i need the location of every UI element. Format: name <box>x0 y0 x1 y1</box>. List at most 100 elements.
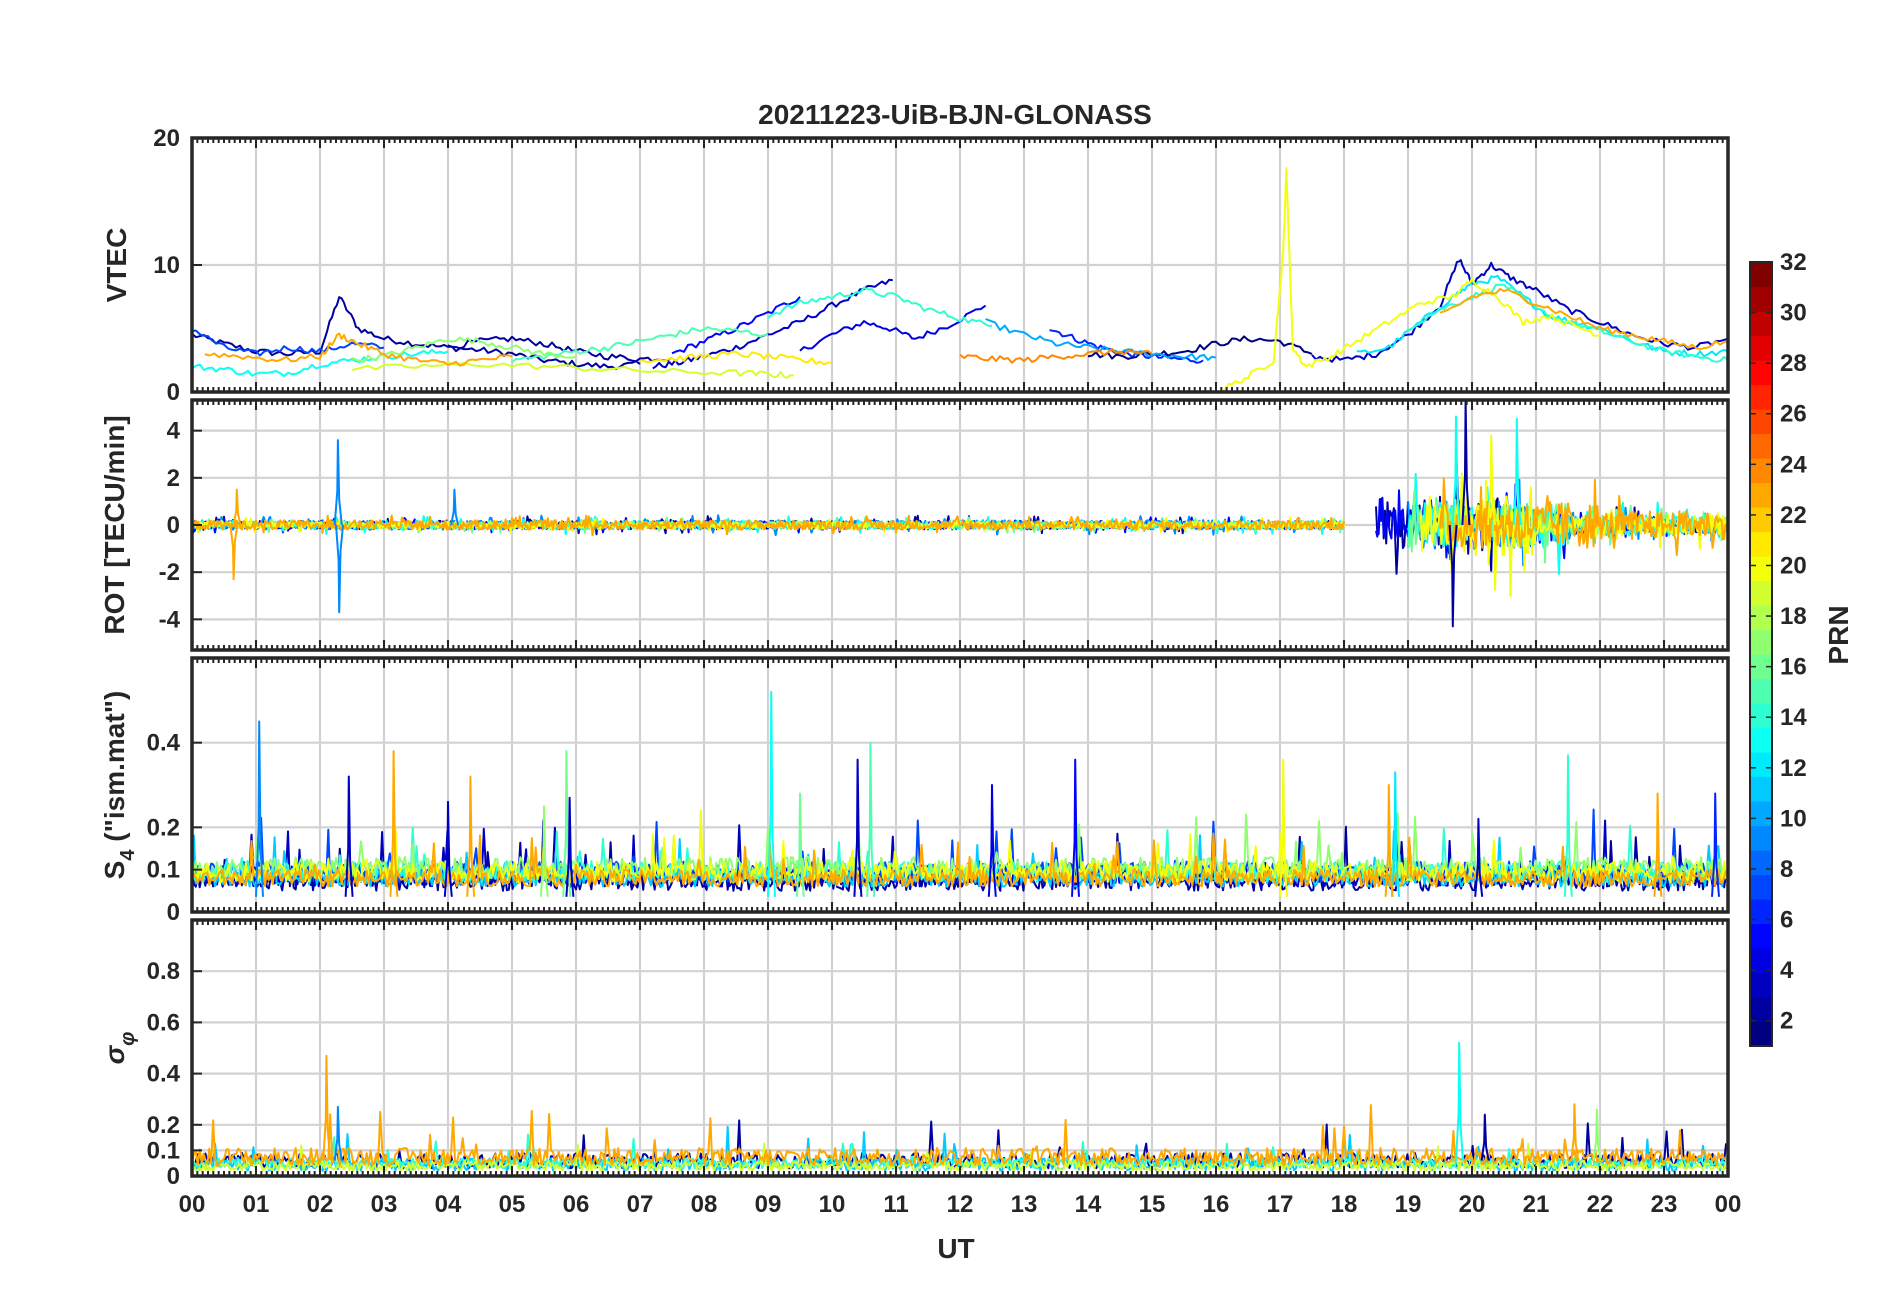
panel-3-y-label: S4 ("ism.mat") <box>99 691 139 880</box>
colorbar-tick-label: 14 <box>1780 704 1807 731</box>
y-tick-label: 0.8 <box>147 958 180 985</box>
colorbar-tick-label: 18 <box>1780 603 1807 630</box>
x-tick-label: 13 <box>1011 1191 1038 1218</box>
x-tick-label: 14 <box>1075 1191 1102 1218</box>
colorbar-tick-label: 22 <box>1780 502 1807 529</box>
x-tick-label: 16 <box>1203 1191 1230 1218</box>
colorbar-swatch <box>1750 531 1772 557</box>
x-tick-label: 03 <box>371 1191 398 1218</box>
colorbar-swatch <box>1750 409 1772 435</box>
colorbar-swatch <box>1750 678 1772 704</box>
x-axis-label: UT <box>937 1233 974 1264</box>
colorbar-tick-label: 6 <box>1780 907 1793 934</box>
x-tick-label: 07 <box>627 1191 654 1218</box>
colorbar-swatch <box>1750 874 1772 900</box>
colorbar-tick-label: 8 <box>1780 856 1793 883</box>
y-tick-label: 20 <box>153 125 180 152</box>
colorbar-swatch <box>1750 1021 1772 1047</box>
panels-group: 01020VTEC-4-2024ROT [TECU/min]00.10.20.4… <box>99 125 1730 1190</box>
colorbar-swatch <box>1750 752 1772 778</box>
x-tick-labels: 00 01 02 03 04 05 06 07 08 09 10 11 12 13 14 15 16 17 18 19… <box>179 1191 1742 1218</box>
x-tick-label: 23 <box>1651 1191 1678 1218</box>
colorbar-tick-label: 32 <box>1780 249 1807 276</box>
colorbar-swatch <box>1750 727 1772 753</box>
spike-prn-2-3 <box>1480 1113 1490 1161</box>
colorbar-label: PRN <box>1823 605 1854 664</box>
colorbar-swatch <box>1750 776 1772 802</box>
spike-prn-9-4 <box>450 488 460 526</box>
panel-1-y-tick-labels: 0 10 20 <box>153 125 202 406</box>
y-label-rest: ("ism.mat") <box>99 691 130 850</box>
y-tick-label: 10 <box>153 252 180 279</box>
colorbar-tick-label: 2 <box>1780 1008 1793 1035</box>
colorbar-swatch <box>1750 703 1772 729</box>
x-tick-label: 00 <box>1715 1191 1742 1218</box>
y-tick-label: 0.1 <box>147 857 180 884</box>
colorbar-swatch <box>1750 899 1772 925</box>
y-label-main: S <box>99 861 130 880</box>
x-tick-label: 12 <box>947 1191 974 1218</box>
colorbar-tick-label: 24 <box>1780 451 1807 478</box>
glonass-figure: 20211223-UiB-BJN-GLONASS 01020VTEC-4-202… <box>99 99 1854 1264</box>
colorbar-swatch <box>1750 605 1772 631</box>
x-tick-label: 01 <box>243 1191 270 1218</box>
spike-prn-23-3 <box>232 488 242 526</box>
panel-4: 00.10.2 0.4 0.6 0.8 σφ <box>99 918 1730 1190</box>
figure-title: 20211223-UiB-BJN-GLONASS <box>758 99 1152 130</box>
x-tick-label: 11 <box>883 1191 908 1218</box>
x-tick-label: 19 <box>1395 1191 1422 1218</box>
y-tick-label: 0.2 <box>147 814 180 841</box>
panel-2-y-tick-labels: -4 -2 0 2 4 <box>159 418 202 633</box>
colorbar: 2468101214161820222426283032 <box>1749 249 1807 1047</box>
colorbar-swatch <box>1750 556 1772 582</box>
y-label-sub: φ <box>117 1032 139 1046</box>
y-tick-label: 0.4 <box>147 1061 181 1088</box>
x-tick-label: 06 <box>563 1191 590 1218</box>
series-prn-19-16 <box>351 361 794 379</box>
y-tick-label: 0 <box>167 379 180 406</box>
x-tick-label: 18 <box>1331 1191 1358 1218</box>
colorbar-swatch <box>1750 335 1772 361</box>
x-tick-label: 20 <box>1459 1191 1486 1218</box>
colorbar-swatch <box>1750 311 1772 337</box>
x-tick-label: 09 <box>755 1191 782 1218</box>
spike-prn-3-18 <box>1474 817 1484 897</box>
panel-4-grid <box>192 920 1728 1176</box>
colorbar-tick-label: 20 <box>1780 552 1807 579</box>
colorbar-tick-label: 30 <box>1780 300 1807 327</box>
colorbar-swatch <box>1750 801 1772 827</box>
colorbar-swatch <box>1750 482 1772 508</box>
colorbar-swatch <box>1750 825 1772 851</box>
colorbar-swatch <box>1750 923 1772 949</box>
y-tick-label: 0.2 <box>147 1112 180 1139</box>
panel-1: 0 10 20 VTEC <box>101 125 1730 406</box>
colorbar-swatch <box>1750 972 1772 998</box>
panel-4-y-label: σφ <box>99 1032 139 1065</box>
colorbar-tick-label: 4 <box>1780 957 1794 984</box>
colorbar-swatch <box>1750 997 1772 1023</box>
panel-2-y-label: ROT [TECU/min] <box>99 415 130 634</box>
colorbar-swatch <box>1750 262 1772 288</box>
series-prn-3-8 <box>1311 259 1728 363</box>
x-tick-label: 15 <box>1139 1191 1166 1218</box>
y-tick-label: 0 <box>167 512 180 539</box>
colorbar-swatch <box>1750 384 1772 410</box>
y-tick-label: 0 <box>167 1163 180 1190</box>
panel-2: -4 -2 0 2 4 ROT [TECU/min] <box>99 398 1730 652</box>
colorbar-swatch <box>1750 458 1772 484</box>
colorbar-tick-label: 26 <box>1780 401 1807 428</box>
y-tick-label: -2 <box>159 559 180 586</box>
series-prn-4-1 <box>799 304 987 352</box>
y-label-main: σ <box>99 1044 130 1064</box>
colorbar-swatch <box>1750 850 1772 876</box>
series-prn-23-21 <box>1439 287 1728 351</box>
y-tick-label: 0 <box>167 899 180 926</box>
x-tick-label: 02 <box>307 1191 334 1218</box>
colorbar-swatch <box>1750 580 1772 606</box>
y-tick-label: 0.6 <box>147 1009 180 1036</box>
colorbar-swatch <box>1750 629 1772 655</box>
x-tick-label: 10 <box>819 1191 846 1218</box>
x-tick-label: 17 <box>1267 1191 1294 1218</box>
spike-prn-9-1 <box>335 524 344 614</box>
x-tick-label: 05 <box>499 1191 526 1218</box>
